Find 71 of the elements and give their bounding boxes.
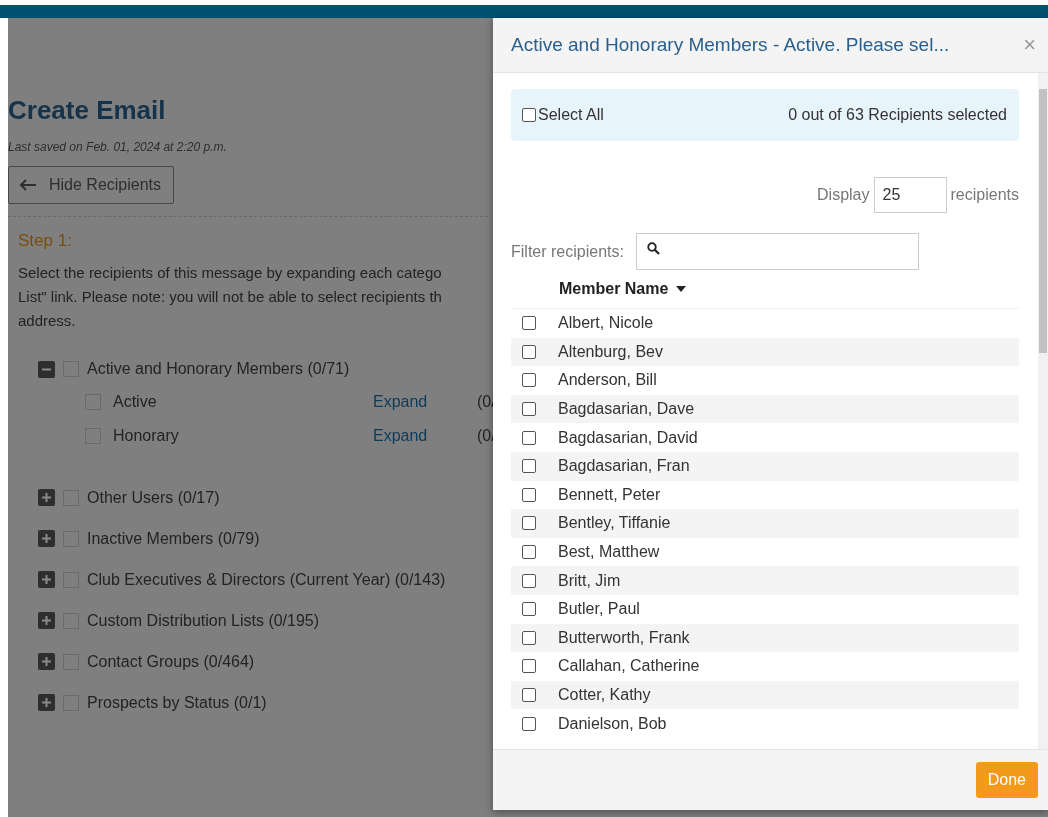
page-title: Create Email [8,94,166,126]
dialog-title: Active and Honorary Members - Active. Please sel... [511,34,950,56]
member-name: Altenburg, Bev [558,342,663,361]
member-name: Bennett, Peter [558,485,661,504]
hide-recipients-button[interactable]: Hide Recipients [8,166,175,204]
member-checkbox[interactable] [522,487,536,502]
display-count-field[interactable]: 25 [873,177,947,213]
member-checkbox[interactable] [522,659,536,674]
collapse-icon[interactable] [38,360,55,378]
column-header[interactable]: Member Name [559,280,669,298]
expand-icon[interactable] [38,612,55,629]
member-name: Albert, Nicole [558,314,654,333]
step-title: Step 1: [18,231,72,251]
member-checkbox[interactable] [522,316,536,331]
category-label: Inactive Members (0/79) [87,529,260,548]
subcategory-label: Active [113,393,158,411]
expand-icon[interactable] [38,530,55,547]
member-name: Bagdasarian, Fran [558,457,690,476]
expand-link[interactable]: Expand [373,393,465,411]
display-suffix: recipients [950,186,1019,204]
member-checkbox[interactable] [522,688,536,702]
member-checkbox[interactable] [522,459,536,474]
category-label: Other Users (0/17) [87,488,220,507]
category-label: Club Executives & Directors (Current Year) (0/143) [87,570,446,589]
instruction-text: List" link. Please note: you will not be able to select recipients th [18,287,442,307]
category-label: Prospects by Status (0/1) [87,693,267,712]
member-name: Bentley, Tiffanie [558,514,671,533]
member-name: Bagdasarian, David [558,428,698,447]
member-name: Butler, Paul [558,600,640,619]
search-icon [646,242,660,255]
filter-label: Filter recipients: [511,242,624,261]
member-checkbox[interactable] [522,516,536,531]
member-checkbox[interactable] [522,430,536,445]
member-name: Bagdasarian, Dave [558,400,695,419]
member-name: Danielson, Bob [558,714,667,733]
category-label: Custom Distribution Lists (0/195) [87,611,320,630]
member-name: Anderson, Bill [558,371,657,390]
expand-link[interactable]: Expand [373,427,465,445]
instruction-text: Select the recipients of this message by expanding each catego [18,263,442,283]
member-checkbox[interactable] [522,373,536,388]
select-all-label: Select All [538,106,604,124]
arrow-left-icon [19,179,37,191]
category-label: Contact Groups (0/464) [87,652,255,671]
filter-field[interactable] [635,233,919,270]
member-checkbox[interactable] [522,573,536,588]
sort-caret-icon[interactable] [676,286,687,292]
member-checkbox[interactable] [522,402,536,417]
category-label: Active and Honorary Members (0/71) [87,360,350,378]
member-name: Callahan, Catherine [558,657,700,676]
expand-icon[interactable] [38,571,55,588]
member-name: Britt, Jim [558,571,621,590]
select-all-checkbox[interactable] [522,108,536,122]
last-saved-text: Last saved on Feb. 01, 2024 at 2:20 p.m. [8,140,227,154]
member-checkbox[interactable] [522,630,536,645]
selected-count: 0 out of 63 Recipients selected [788,106,1007,124]
member-name: Best, Matthew [558,543,660,562]
member-checkbox[interactable] [522,602,536,617]
expand-icon[interactable] [38,489,55,506]
member-checkbox[interactable] [522,344,536,359]
member-checkbox[interactable] [522,545,536,560]
subcategory-label: Honorary [113,427,180,445]
scrollbar[interactable] [1038,73,1048,749]
member-checkbox[interactable] [522,716,536,731]
member-name: Cotter, Kathy [558,686,651,704]
display-label: Display [817,186,870,204]
expand-icon[interactable] [38,694,55,711]
member-name: Butterworth, Frank [558,628,690,647]
instruction-text: address. [18,311,76,331]
expand-icon[interactable] [38,653,55,670]
done-button[interactable]: Done [975,762,1038,798]
close-button[interactable]: × [1019,32,1040,58]
